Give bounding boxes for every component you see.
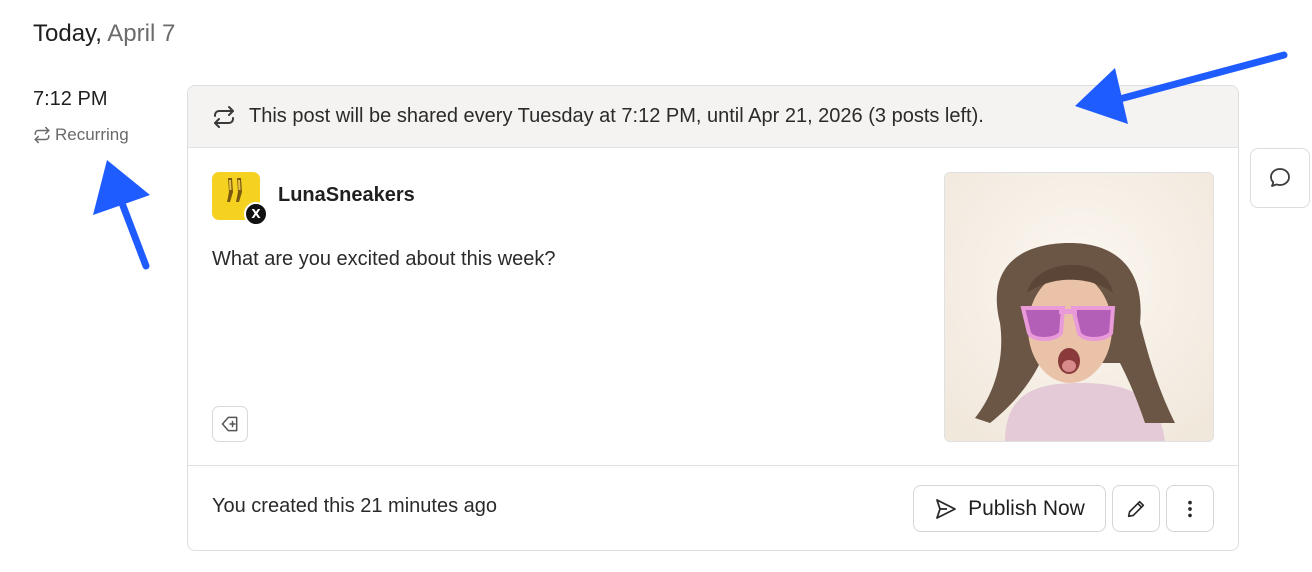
recurring-label: Recurring xyxy=(55,125,129,144)
time-slot: 7:12 PM Recurring xyxy=(33,88,129,145)
post-text: What are you excited about this week? xyxy=(212,248,556,270)
comment-button[interactable] xyxy=(1250,148,1310,208)
more-vertical-icon xyxy=(1188,500,1192,517)
day-header: Today, April 7 xyxy=(33,20,175,48)
day-date: April 7 xyxy=(107,20,176,47)
x-logo-icon: X xyxy=(244,202,268,226)
publish-now-button[interactable]: Publish Now xyxy=(913,485,1106,532)
girl-with-sunglasses-image xyxy=(945,173,1213,441)
post-body: X LunaSneakers What are you excited abou… xyxy=(188,148,1238,466)
slot-time: 7:12 PM xyxy=(33,88,108,110)
day-label: Today, xyxy=(33,20,102,47)
edit-button[interactable] xyxy=(1112,485,1160,532)
created-info: You created this 21 minutes ago xyxy=(212,495,498,517)
recurring-indicator: Recurring xyxy=(33,125,129,145)
repeat-icon xyxy=(214,105,234,128)
recurrence-banner-text: This post will be shared every Tuesday a… xyxy=(249,105,984,127)
tag-add-icon xyxy=(221,416,238,432)
avatar: X xyxy=(212,172,268,226)
comment-icon xyxy=(1270,168,1290,187)
shoe-logo-icon xyxy=(227,178,242,202)
add-tag-button[interactable] xyxy=(212,406,248,442)
post-card: This post will be shared every Tuesday a… xyxy=(187,85,1239,551)
post-footer: You created this 21 minutes ago Publish … xyxy=(188,466,1238,550)
recurrence-banner: This post will be shared every Tuesday a… xyxy=(188,86,1238,148)
pencil-icon xyxy=(1127,500,1145,517)
send-icon xyxy=(936,498,957,519)
more-options-button[interactable] xyxy=(1166,485,1214,532)
post-image[interactable] xyxy=(944,172,1214,442)
publish-now-label: Publish Now xyxy=(968,496,1085,520)
account-name: LunaSneakers xyxy=(278,184,415,206)
annotation-arrow-recurring xyxy=(93,160,150,270)
repeat-icon xyxy=(34,126,50,144)
